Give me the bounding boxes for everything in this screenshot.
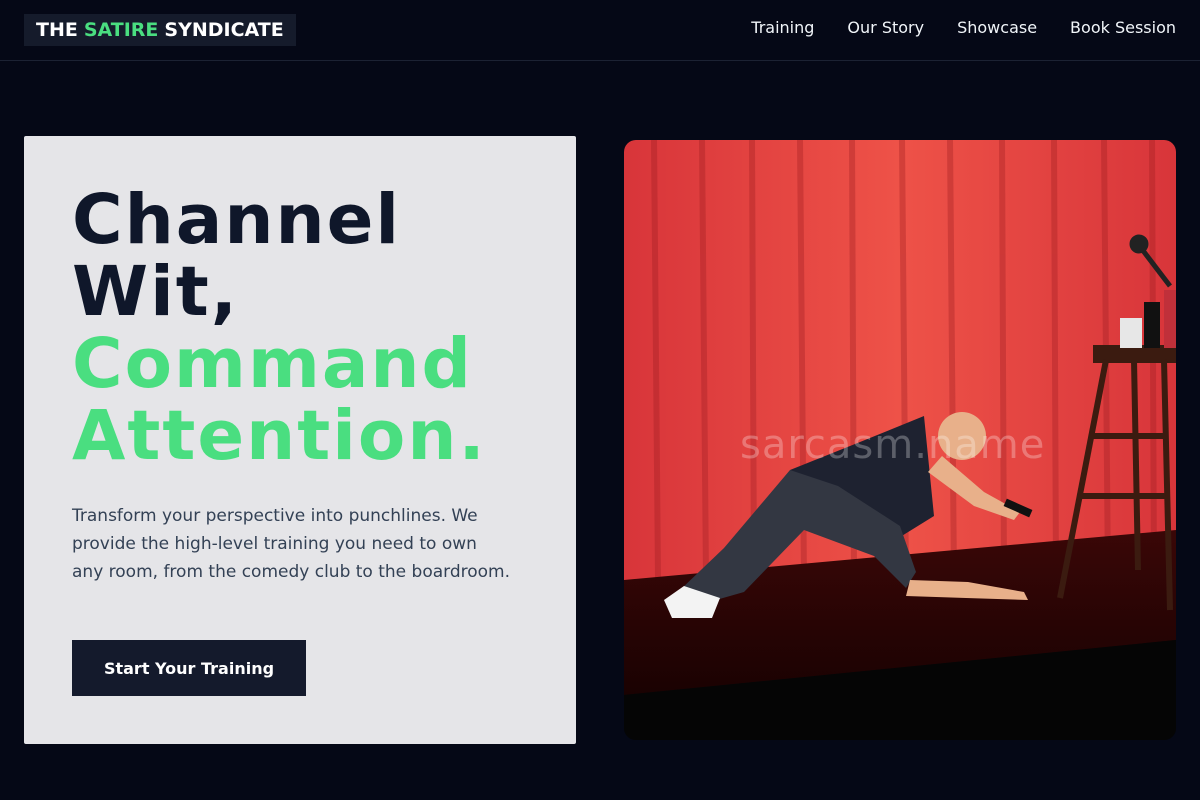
top-navigation-bar: THE SATIRE SYNDICATE Training Our Story … [0, 0, 1200, 61]
nav-link-showcase[interactable]: Showcase [957, 18, 1037, 37]
brand-accent: SATIRE [83, 19, 159, 41]
hero-card: Channel Wit, Command Attention. Transfor… [24, 136, 576, 744]
headline-line-3: Command [72, 324, 473, 404]
main-nav: Training Our Story Showcase Book Session [751, 18, 1176, 37]
hero-description: Transform your perspective into punchlin… [72, 506, 511, 582]
headline-line-1: Channel [72, 180, 402, 260]
headline-line-2: Wit, [72, 252, 239, 332]
brand-prefix: THE [36, 19, 78, 41]
brand-logo[interactable]: THE SATIRE SYNDICATE [24, 14, 296, 46]
hero-headline: Channel Wit, Command Attention. [72, 184, 528, 472]
brand-suffix: SYNDICATE [164, 19, 284, 41]
headline-line-4: Attention. [72, 396, 487, 476]
hero-photo: sarcasm.name [624, 140, 1176, 740]
nav-link-book-session[interactable]: Book Session [1070, 18, 1176, 37]
nav-link-training[interactable]: Training [751, 18, 814, 37]
start-training-button[interactable]: Start Your Training [72, 640, 306, 696]
nav-link-our-story[interactable]: Our Story [847, 18, 924, 37]
photo-watermark: sarcasm.name [740, 422, 1046, 468]
